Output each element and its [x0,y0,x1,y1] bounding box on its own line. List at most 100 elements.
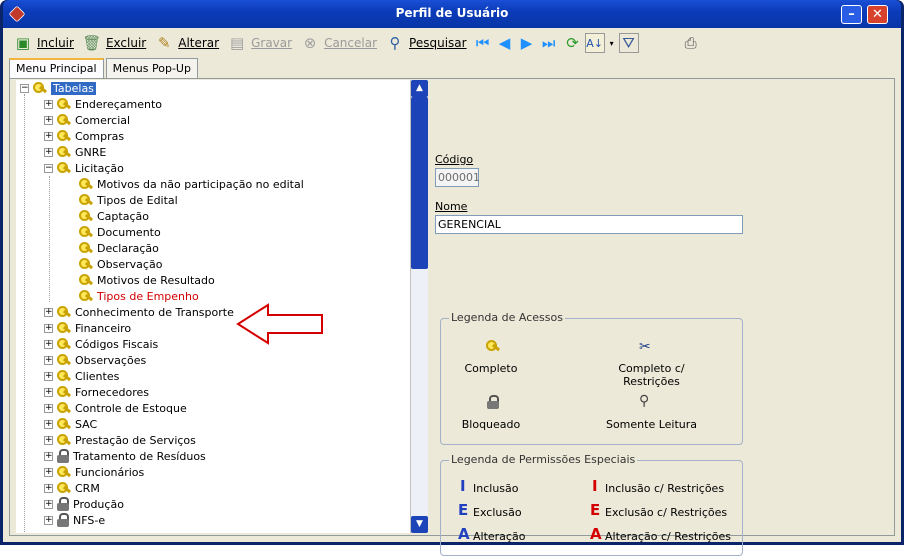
tree-item-label: Financeiro [75,321,132,335]
tree-item[interactable]: + Produção [44,496,124,512]
expand-toggle[interactable]: + [44,419,53,429]
tree-item-label: Tratamento de Resíduos [73,449,206,463]
key-icon [56,433,72,447]
expand-toggle[interactable]: + [44,323,53,333]
incluir-button[interactable]: ▣ Incluir [9,31,78,55]
previous-record-icon[interactable]: ◀ [495,33,515,53]
tree-subitem[interactable]: Captação [78,208,149,224]
tree-item[interactable]: + Funcionários [44,464,144,480]
tree-subitem[interactable]: Motivos de Resultado [78,272,215,288]
tab-menu-principal[interactable]: Menu Principal [9,58,104,79]
expand-toggle[interactable]: + [44,451,53,461]
gravar-label: Gravar [251,36,293,50]
sort-icon[interactable]: A↓ [584,33,605,53]
menu-tree[interactable]: − Tabelas + Endereçamento + Comercial + Com… [16,80,411,533]
tree-item-label: Observações [75,353,147,367]
tree-item[interactable]: + Compras [44,128,124,144]
tree-item[interactable]: + SAC [44,416,97,432]
tree-item[interactable]: + Prestação de Serviços [44,432,196,448]
legend-perms-group: Legenda de Permissões Especiais I Inclus… [440,453,743,556]
collapse-toggle[interactable]: − [20,83,29,93]
tree-item[interactable]: + NFS-e [44,512,105,528]
filter-icon[interactable]: ⛛ [618,33,639,53]
tree-item[interactable]: + Fornecedores [44,384,149,400]
key-icon [78,209,94,223]
expand-toggle[interactable]: + [44,515,53,525]
tree-item-label: Produção [73,497,124,511]
refresh-icon[interactable]: ⟳ [563,33,583,53]
tree-item-label: Códigos Fiscais [75,337,159,351]
tree-item[interactable]: + Controle de Estoque [44,400,187,416]
expand-toggle[interactable]: + [44,115,53,125]
tree-subitem[interactable]: Declaração [78,240,159,256]
key-icon [56,369,72,383]
expand-toggle[interactable]: + [44,307,53,317]
tree-item[interactable]: + Clientes [44,368,119,384]
cancelar-button[interactable]: ⊗ Cancelar [296,31,381,55]
close-button[interactable]: ✕ [867,5,888,24]
key-icon [56,385,72,399]
key-icon [56,353,72,367]
tree-scrollbar[interactable]: ▲ ▼ [411,80,428,533]
nome-field[interactable]: GERENCIAL [435,215,743,234]
minimize-button[interactable]: – [841,5,862,24]
title-bar[interactable]: Perfil de Usuário – ✕ [3,0,901,28]
expand-toggle[interactable]: + [44,371,53,381]
scroll-down-button[interactable]: ▼ [411,516,428,533]
key-icon [56,465,72,479]
tree-item[interactable]: + Comercial [44,112,130,128]
tree-root[interactable]: − Tabelas [20,80,96,96]
expand-toggle[interactable]: + [44,435,53,445]
expand-toggle[interactable]: + [44,403,53,413]
tree-item[interactable]: + Códigos Fiscais [44,336,158,352]
expand-toggle[interactable]: + [44,99,53,109]
tab-menus-popup[interactable]: Menus Pop-Up [105,58,198,78]
tree-item[interactable]: + CRM [44,480,100,496]
expand-toggle[interactable]: + [44,387,53,397]
tree-item[interactable]: + Financeiro [44,320,131,336]
next-record-icon[interactable]: ▶ [517,33,537,53]
incluir-label: Incluir [37,36,74,50]
tree-item[interactable]: + Tratamento de Resíduos [44,448,206,464]
excluir-button[interactable]: 🗑 Excluir [78,31,150,55]
tree-root-label: Tabelas [51,81,96,95]
expand-toggle[interactable]: + [44,147,53,157]
expand-toggle[interactable]: + [44,499,53,509]
tree-item[interactable]: + Observações [44,352,146,368]
gravar-button[interactable]: ▤ Gravar [223,31,296,55]
legend-access-title: Legenda de Acessos [449,311,565,324]
tree-item[interactable]: + Conhecimento de Transporte [44,304,234,320]
scroll-up-button[interactable]: ▲ [411,80,428,97]
cancelar-label: Cancelar [324,36,378,50]
tree-subitem[interactable]: Observação [78,256,162,272]
tree-subitem[interactable]: Documento [78,224,161,240]
tree-subitem-highlighted[interactable]: Tipos de Empenho [78,288,199,304]
sort-dropdown-icon[interactable]: ▾ [607,33,617,53]
expand-toggle[interactable]: + [44,483,53,493]
save-icon: ▤ [230,34,245,52]
print-icon[interactable]: ⎙ [681,33,701,53]
tree-item-label: CRM [75,481,100,495]
tree-subitem[interactable]: Motivos da não participação no edital [78,176,304,192]
tree-item[interactable]: − Licitação [44,160,124,176]
tree-item[interactable]: + Endereçamento [44,96,162,112]
tree-item-label: Documento [97,225,161,239]
scroll-thumb[interactable] [411,97,428,269]
last-record-icon[interactable]: ⏭ [539,33,559,53]
codigo-field[interactable]: 000001 [435,168,480,187]
key-icon [56,113,72,127]
key-icon [56,161,72,175]
expand-toggle[interactable]: + [44,467,53,477]
key-icon [56,129,72,143]
expand-toggle[interactable]: + [44,131,53,141]
codigo-label: Código [435,153,474,166]
tree-subitem[interactable]: Tipos de Edital [78,192,178,208]
alterar-button[interactable]: ✎ Alterar [150,31,223,55]
toolbar: ▣ Incluir 🗑 Excluir ✎ Alterar ▤ Gravar ⊗… [3,28,901,58]
collapse-toggle[interactable]: − [44,163,53,173]
expand-toggle[interactable]: + [44,355,53,365]
pesquisar-button[interactable]: ⚲ Pesquisar [381,31,471,55]
expand-toggle[interactable]: + [44,339,53,349]
first-record-icon[interactable]: ⏮ [473,33,493,53]
tree-item[interactable]: + GNRE [44,144,106,160]
